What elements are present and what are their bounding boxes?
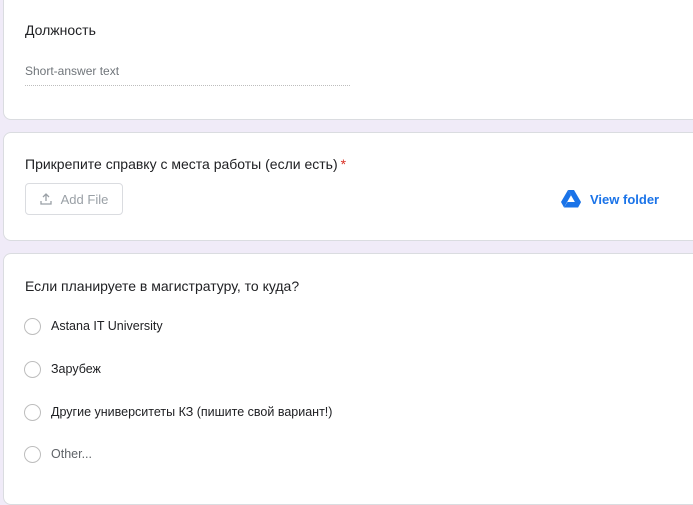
view-folder-label: View folder — [590, 191, 660, 207]
add-file-label: Add File — [60, 191, 109, 207]
radio-option-other[interactable]: Other... — [24, 444, 92, 464]
question-title-text: Прикрепите справку с места работы (если … — [25, 156, 338, 172]
radio-option-label: Зарубеж — [51, 362, 101, 376]
radio-option[interactable]: Зарубеж — [24, 359, 101, 379]
radio-button[interactable] — [24, 445, 41, 463]
radio-option-label: Astana IT University — [51, 319, 163, 333]
add-file-button[interactable]: Add File — [25, 183, 123, 215]
question-title: Прикрепите справку с места работы (если … — [25, 156, 346, 172]
question-title: Если планируете в магистратуру, то куда? — [25, 278, 300, 294]
radio-button[interactable] — [24, 317, 41, 335]
question-title: Должность — [25, 22, 96, 38]
radio-option-label: Другие университеты КЗ (пишите свой вари… — [51, 405, 333, 419]
radio-button[interactable] — [24, 360, 41, 378]
radio-option[interactable]: Другие университеты КЗ (пишите свой вари… — [24, 402, 332, 422]
upload-icon — [39, 193, 52, 205]
required-asterisk: * — [340, 156, 347, 172]
radio-option[interactable]: Astana IT University — [24, 316, 163, 336]
google-drive-icon — [561, 190, 581, 208]
view-folder-link[interactable]: View folder — [561, 188, 659, 210]
other-option-label: Other... — [51, 447, 92, 461]
short-answer-input[interactable]: Short-answer text — [25, 64, 350, 86]
radio-button[interactable] — [24, 403, 41, 421]
question-card-masters: Если планируете в магистратуру, то куда?… — [3, 253, 693, 505]
question-card-position: Должность Short-answer text — [3, 0, 693, 120]
question-card-file-upload: Прикрепите справку с места работы (если … — [3, 132, 693, 241]
